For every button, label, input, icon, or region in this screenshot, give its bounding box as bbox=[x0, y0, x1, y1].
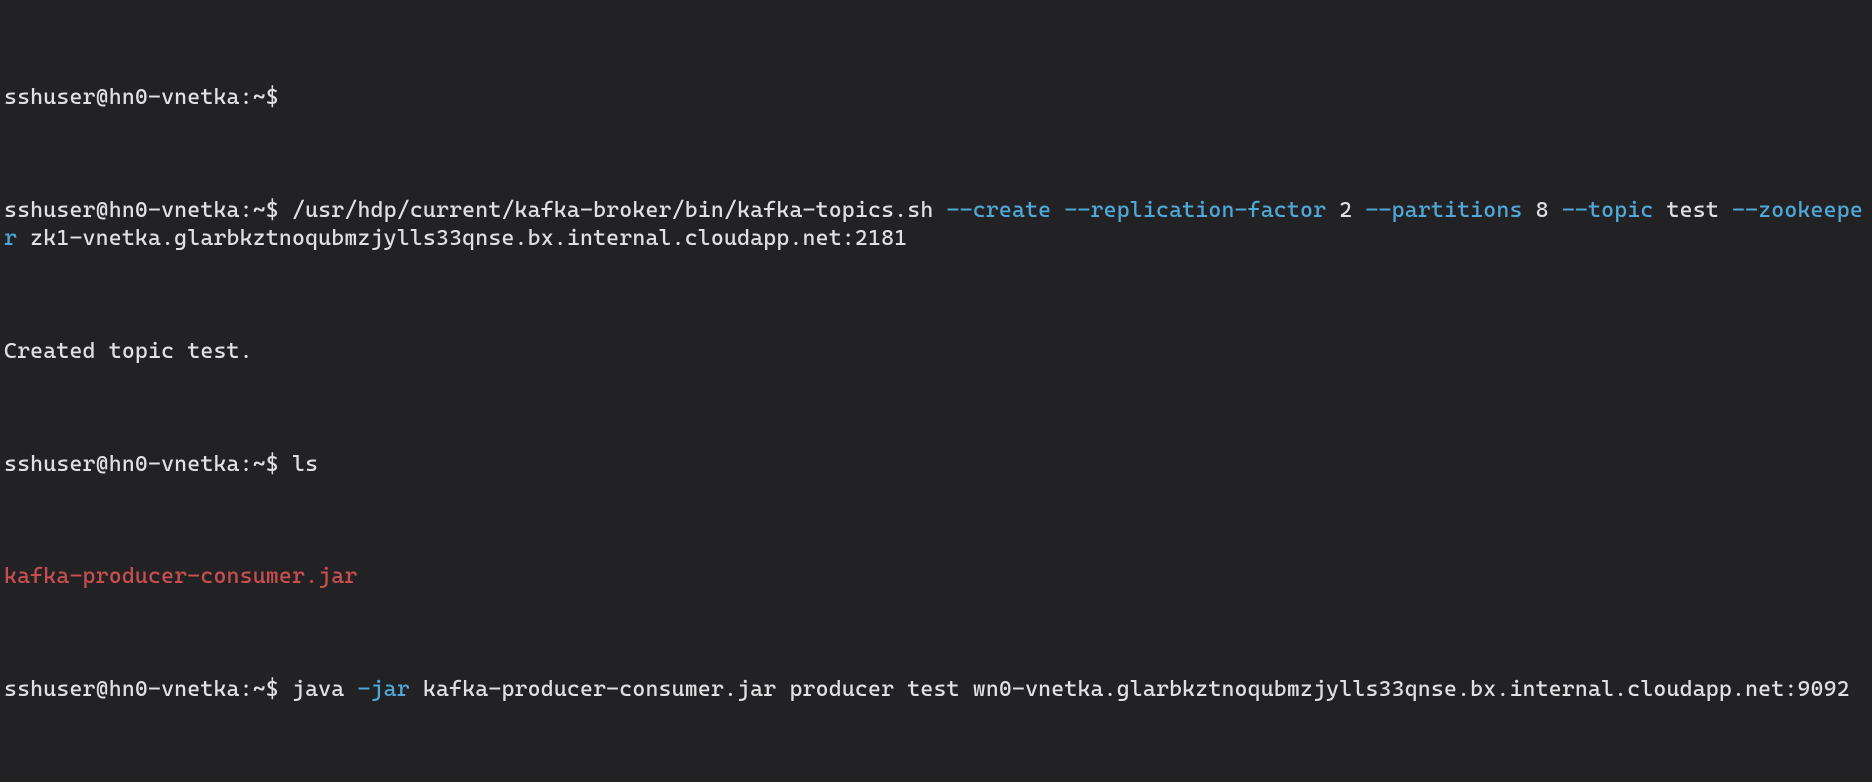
prompt-line-top: sshuser@hn0-vnetka:~$ bbox=[4, 84, 1868, 112]
command-text: kafka-producer-consumer.jar producer tes… bbox=[410, 677, 1850, 702]
command-text: java bbox=[292, 677, 357, 702]
ls-output-file: kafka-producer-consumer.jar bbox=[4, 563, 1868, 591]
shell-prompt: sshuser@hn0-vnetka:~$ bbox=[4, 677, 292, 702]
command-text: ls bbox=[292, 452, 318, 477]
file-name: kafka-producer-consumer.jar bbox=[4, 564, 357, 589]
shell-prompt: sshuser@hn0-vnetka:~$ bbox=[4, 85, 292, 110]
cli-flag: --replication-factor bbox=[1064, 198, 1326, 223]
shell-prompt: sshuser@hn0-vnetka:~$ bbox=[4, 198, 292, 223]
output-created-topic: Created topic test. bbox=[4, 338, 1868, 366]
shell-prompt: sshuser@hn0-vnetka:~$ bbox=[4, 452, 292, 477]
cli-flag: --create bbox=[947, 198, 1052, 223]
command-ls: sshuser@hn0-vnetka:~$ ls bbox=[4, 451, 1868, 479]
cli-flag: --topic bbox=[1562, 198, 1654, 223]
command-java-producer: sshuser@hn0-vnetka:~$ java -jar kafka-pr… bbox=[4, 676, 1868, 704]
cli-flag: --partitions bbox=[1365, 198, 1522, 223]
cli-flag: -jar bbox=[357, 677, 409, 702]
command-text: /usr/hdp/current/kafka-broker/bin/kafka-… bbox=[292, 198, 947, 223]
command-create-topic: sshuser@hn0-vnetka:~$ /usr/hdp/current/k… bbox=[4, 197, 1868, 253]
terminal-output[interactable]: sshuser@hn0-vnetka:~$ sshuser@hn0-vnetka… bbox=[0, 0, 1872, 782]
